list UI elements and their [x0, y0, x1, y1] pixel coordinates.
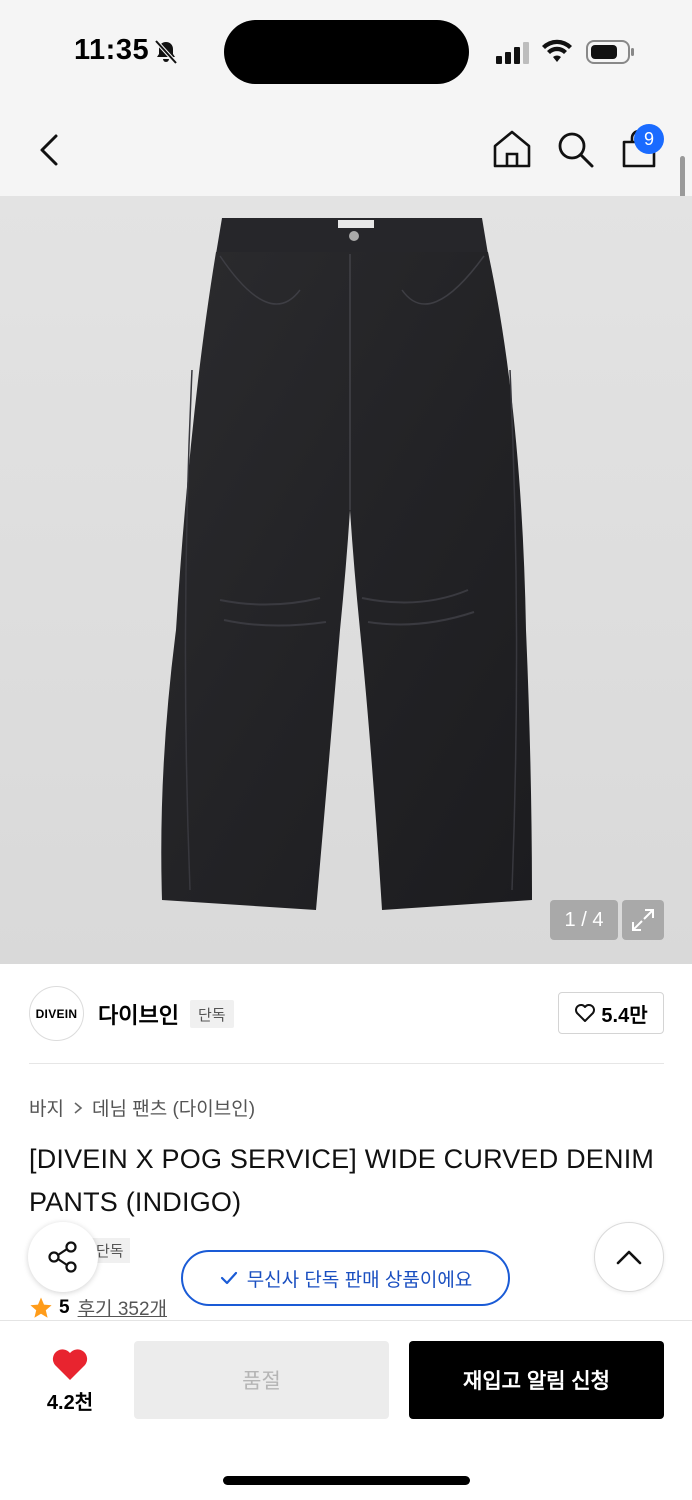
brand-exclusive-badge: 단독: [190, 1000, 234, 1028]
top-nav-bar: [0, 100, 692, 196]
product-image-pants: [161, 218, 533, 910]
search-icon[interactable]: [554, 128, 596, 170]
review-link[interactable]: 후기 352개: [78, 1294, 167, 1321]
breadcrumb-subcategory[interactable]: 데님 팬츠 (다이브인): [92, 1094, 255, 1121]
star-icon: [30, 1297, 52, 1318]
bell-slash-icon: [154, 39, 178, 65]
wifi-icon: [542, 39, 572, 62]
heart-filled-icon[interactable]: [50, 1346, 90, 1382]
rating-row: 5 후기 352개: [29, 1294, 167, 1321]
expand-icon: [632, 909, 654, 931]
exclusive-notice-pill: 무신사 단독 판매 상품이에요: [181, 1250, 510, 1306]
soldout-button[interactable]: 품절: [134, 1341, 389, 1419]
brand-like-button[interactable]: 5.4만: [558, 992, 664, 1034]
product-image-gallery[interactable]: [0, 196, 692, 964]
expand-image-button[interactable]: [622, 900, 664, 940]
image-counter: 1 / 4: [550, 900, 618, 940]
home-indicator: [223, 1476, 470, 1485]
brand-like-count: 5.4만: [601, 1004, 648, 1027]
dynamic-island: [224, 20, 469, 84]
divider: [29, 1063, 664, 1064]
exclusive-notice-text: 무신사 단독 판매 상품이에요: [246, 1269, 473, 1291]
chevron-up-icon: [616, 1250, 642, 1265]
battery-icon: [586, 40, 634, 64]
rating-value: 5: [59, 1296, 70, 1318]
wish-count: 4.2천: [46, 1392, 94, 1414]
back-icon[interactable]: [30, 128, 70, 172]
cart-count-badge: 9: [634, 124, 664, 154]
scroll-to-top-button[interactable]: [594, 1222, 664, 1292]
status-bar: 11:35: [0, 0, 692, 100]
check-icon: [220, 1271, 237, 1285]
status-time: 11:35: [74, 34, 150, 66]
chevron-right-icon: [74, 1101, 83, 1114]
restock-alert-button[interactable]: 재입고 알림 신청: [409, 1341, 664, 1419]
brand-logo[interactable]: DIVEIN: [29, 986, 84, 1041]
share-icon: [48, 1241, 77, 1273]
breadcrumb-category[interactable]: 바지: [29, 1094, 64, 1121]
share-button[interactable]: [28, 1222, 98, 1292]
product-title: [DIVEIN X POG SERVICE] WIDE CURVED DENIM…: [29, 1144, 655, 1217]
breadcrumb: 바지 데님 팬츠 (다이브인): [29, 1094, 255, 1121]
heart-outline-icon: [575, 1004, 596, 1022]
signal-icon: [496, 42, 529, 64]
home-icon[interactable]: [491, 128, 533, 170]
brand-name[interactable]: 다이브인: [98, 998, 179, 1030]
